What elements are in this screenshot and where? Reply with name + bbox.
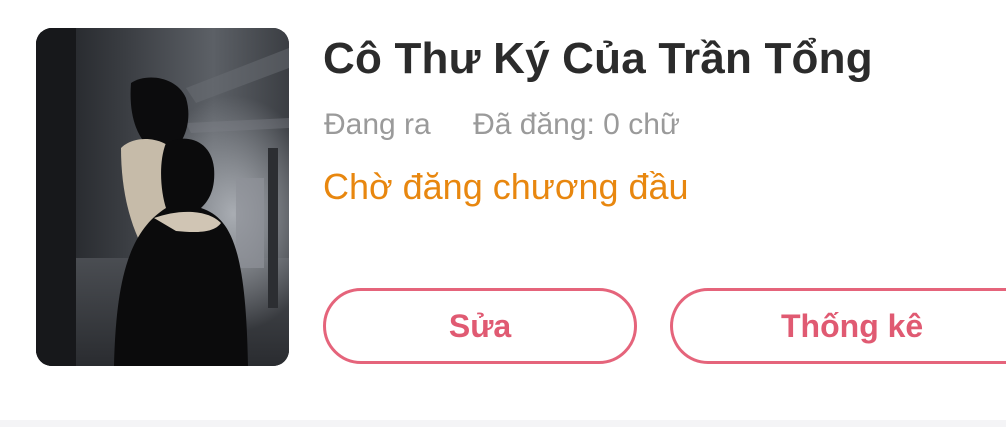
word-count: Đã đăng: 0 chữ bbox=[473, 108, 680, 141]
edit-button[interactable]: Sửa bbox=[323, 288, 637, 364]
cover-illustration bbox=[36, 28, 289, 366]
edit-button-label: Sửa bbox=[448, 307, 512, 344]
chapter-status: Chờ đăng chương đầu bbox=[323, 166, 689, 207]
book-card[interactable]: Cô Thư Ký Của Trần Tổng Đang ra Đã đăng:… bbox=[0, 0, 1006, 420]
book-cover-image[interactable] bbox=[36, 28, 289, 366]
statistics-button[interactable]: Thống kê bbox=[670, 288, 1006, 364]
book-meta: Đang ra Đã đăng: 0 chữ bbox=[324, 108, 680, 142]
publish-state: Đang ra bbox=[324, 108, 431, 141]
section-divider bbox=[0, 420, 1006, 427]
book-title[interactable]: Cô Thư Ký Của Trần Tổng bbox=[323, 34, 873, 84]
statistics-button-label: Thống kê bbox=[781, 307, 924, 344]
